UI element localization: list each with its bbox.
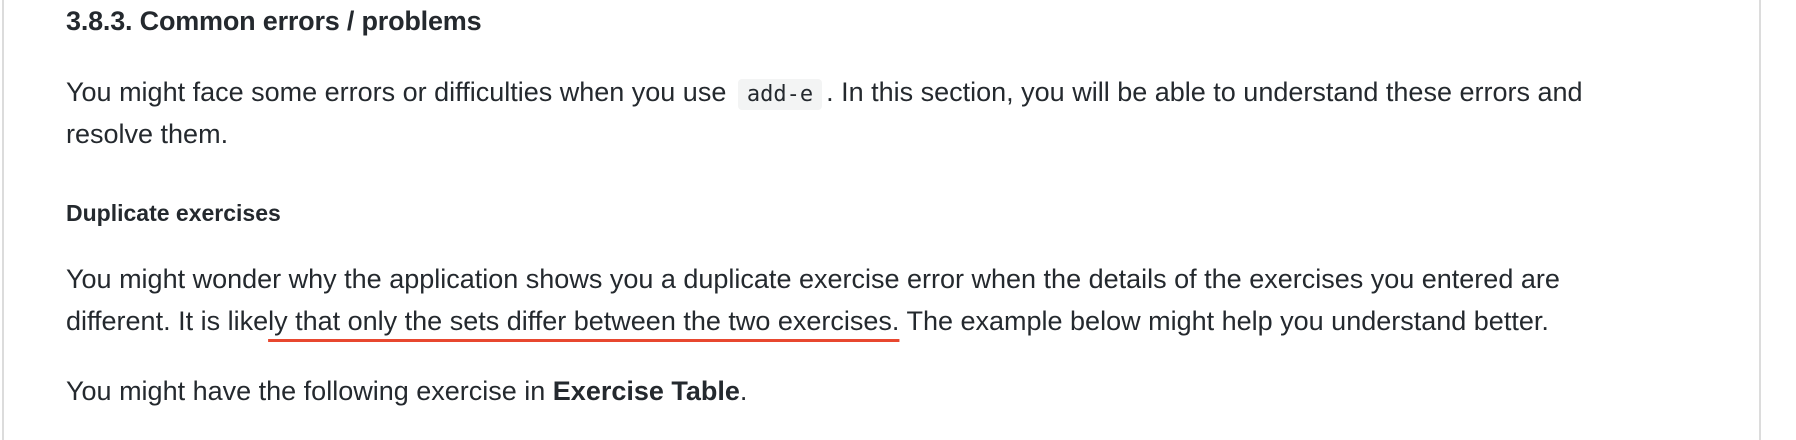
intro-text-before-code: You might face some errors or difficulti…: [66, 77, 734, 107]
section-heading: 3.8.3. Common errors / problems: [66, 6, 482, 36]
intro-paragraph-line-2: resolve them.: [66, 119, 229, 149]
exercise-table-paragraph: You might have the following exercise in…: [66, 370, 747, 412]
intro-paragraph-line-1: You might face some errors or difficulti…: [66, 71, 1583, 116]
exercise-table-text-after: .: [739, 376, 748, 406]
duplicate-text-start: different. It is like: [66, 306, 269, 336]
exercise-table-text-before: You might have the following exercise in: [66, 376, 553, 406]
document-panel: 3.8.3. Common errors / problems You migh…: [2, 0, 1761, 440]
inline-code-command: add-e: [737, 79, 823, 110]
duplicate-paragraph-line-1: You might wonder why the application sho…: [66, 264, 1560, 294]
duplicate-text-end: The example below might help you underst…: [899, 306, 1549, 336]
subsection-heading: Duplicate exercises: [66, 200, 281, 226]
intro-text-after-code: . In this section, you will be able to u…: [826, 77, 1583, 107]
exercise-table-term: Exercise Table: [552, 376, 740, 406]
highlighted-underline-text: ly that only the sets differ between the…: [268, 306, 900, 336]
duplicate-paragraph-line-2: different. It is likely that only the se…: [66, 300, 1549, 342]
